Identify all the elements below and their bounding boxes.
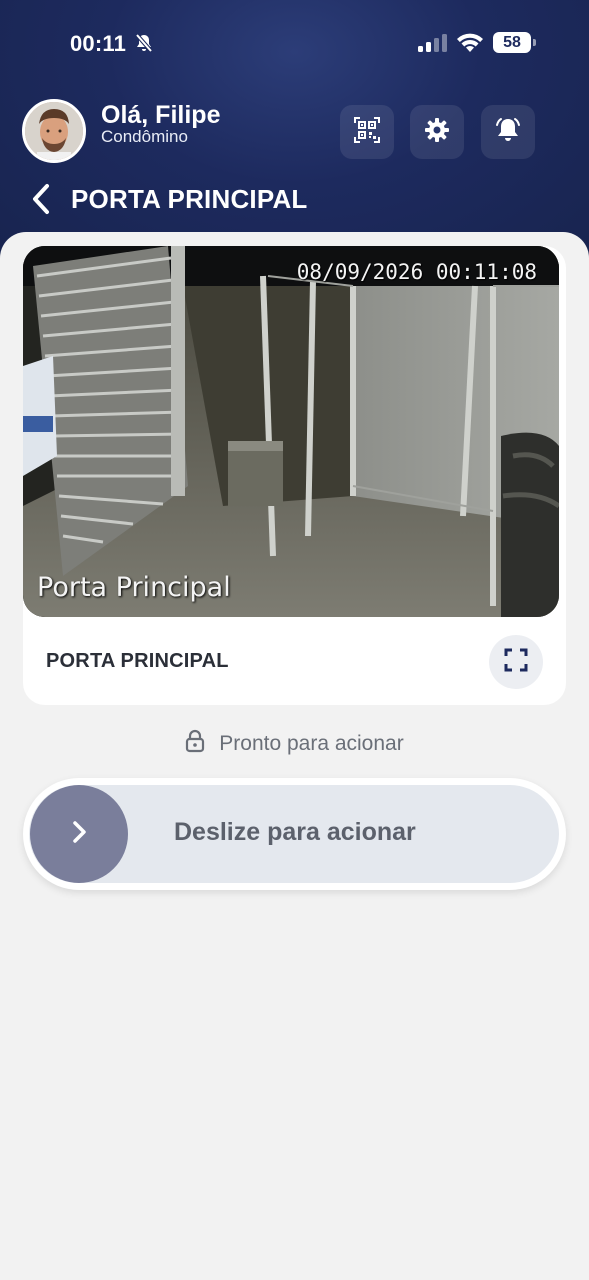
camera-feed[interactable]: 08/09/2026 00:11:08 Porta Principal [23, 246, 559, 617]
chevron-left-icon[interactable] [30, 183, 52, 220]
notifications-button[interactable] [481, 105, 535, 159]
camera-timestamp: 08/09/2026 00:11:08 [296, 260, 537, 284]
camera-overlay-label: Porta Principal [37, 572, 231, 603]
lock-icon [185, 729, 205, 759]
camera-image [23, 246, 559, 617]
fullscreen-icon [504, 648, 528, 677]
wifi-icon [456, 32, 484, 59]
trigger-status: Pronto para acionar [0, 729, 589, 759]
signal-icon [417, 33, 447, 58]
camera-name: PORTA PRINCIPAL [46, 650, 229, 672]
battery-icon: 58 [493, 32, 531, 53]
bell-icon [494, 116, 522, 149]
page-title: PORTA PRINCIPAL [71, 184, 308, 214]
bell-off-icon [134, 33, 154, 58]
slide-label: Deslize para acionar [174, 818, 416, 846]
avatar[interactable] [22, 99, 86, 163]
trigger-status-text: Pronto para acionar [219, 732, 404, 755]
status-time: 00:11 [70, 31, 127, 56]
user-role: Condômino [101, 127, 188, 146]
qr-code-button[interactable] [340, 105, 394, 159]
fullscreen-button[interactable] [489, 635, 543, 689]
greeting-text: Olá, Filipe [101, 101, 221, 129]
chevron-right-icon [69, 818, 89, 851]
battery-level: 58 [503, 33, 521, 51]
slide-knob[interactable] [30, 785, 128, 883]
gear-icon [424, 117, 450, 148]
battery-tip [533, 39, 536, 46]
settings-button[interactable] [410, 105, 464, 159]
qr-code-icon [354, 116, 380, 148]
